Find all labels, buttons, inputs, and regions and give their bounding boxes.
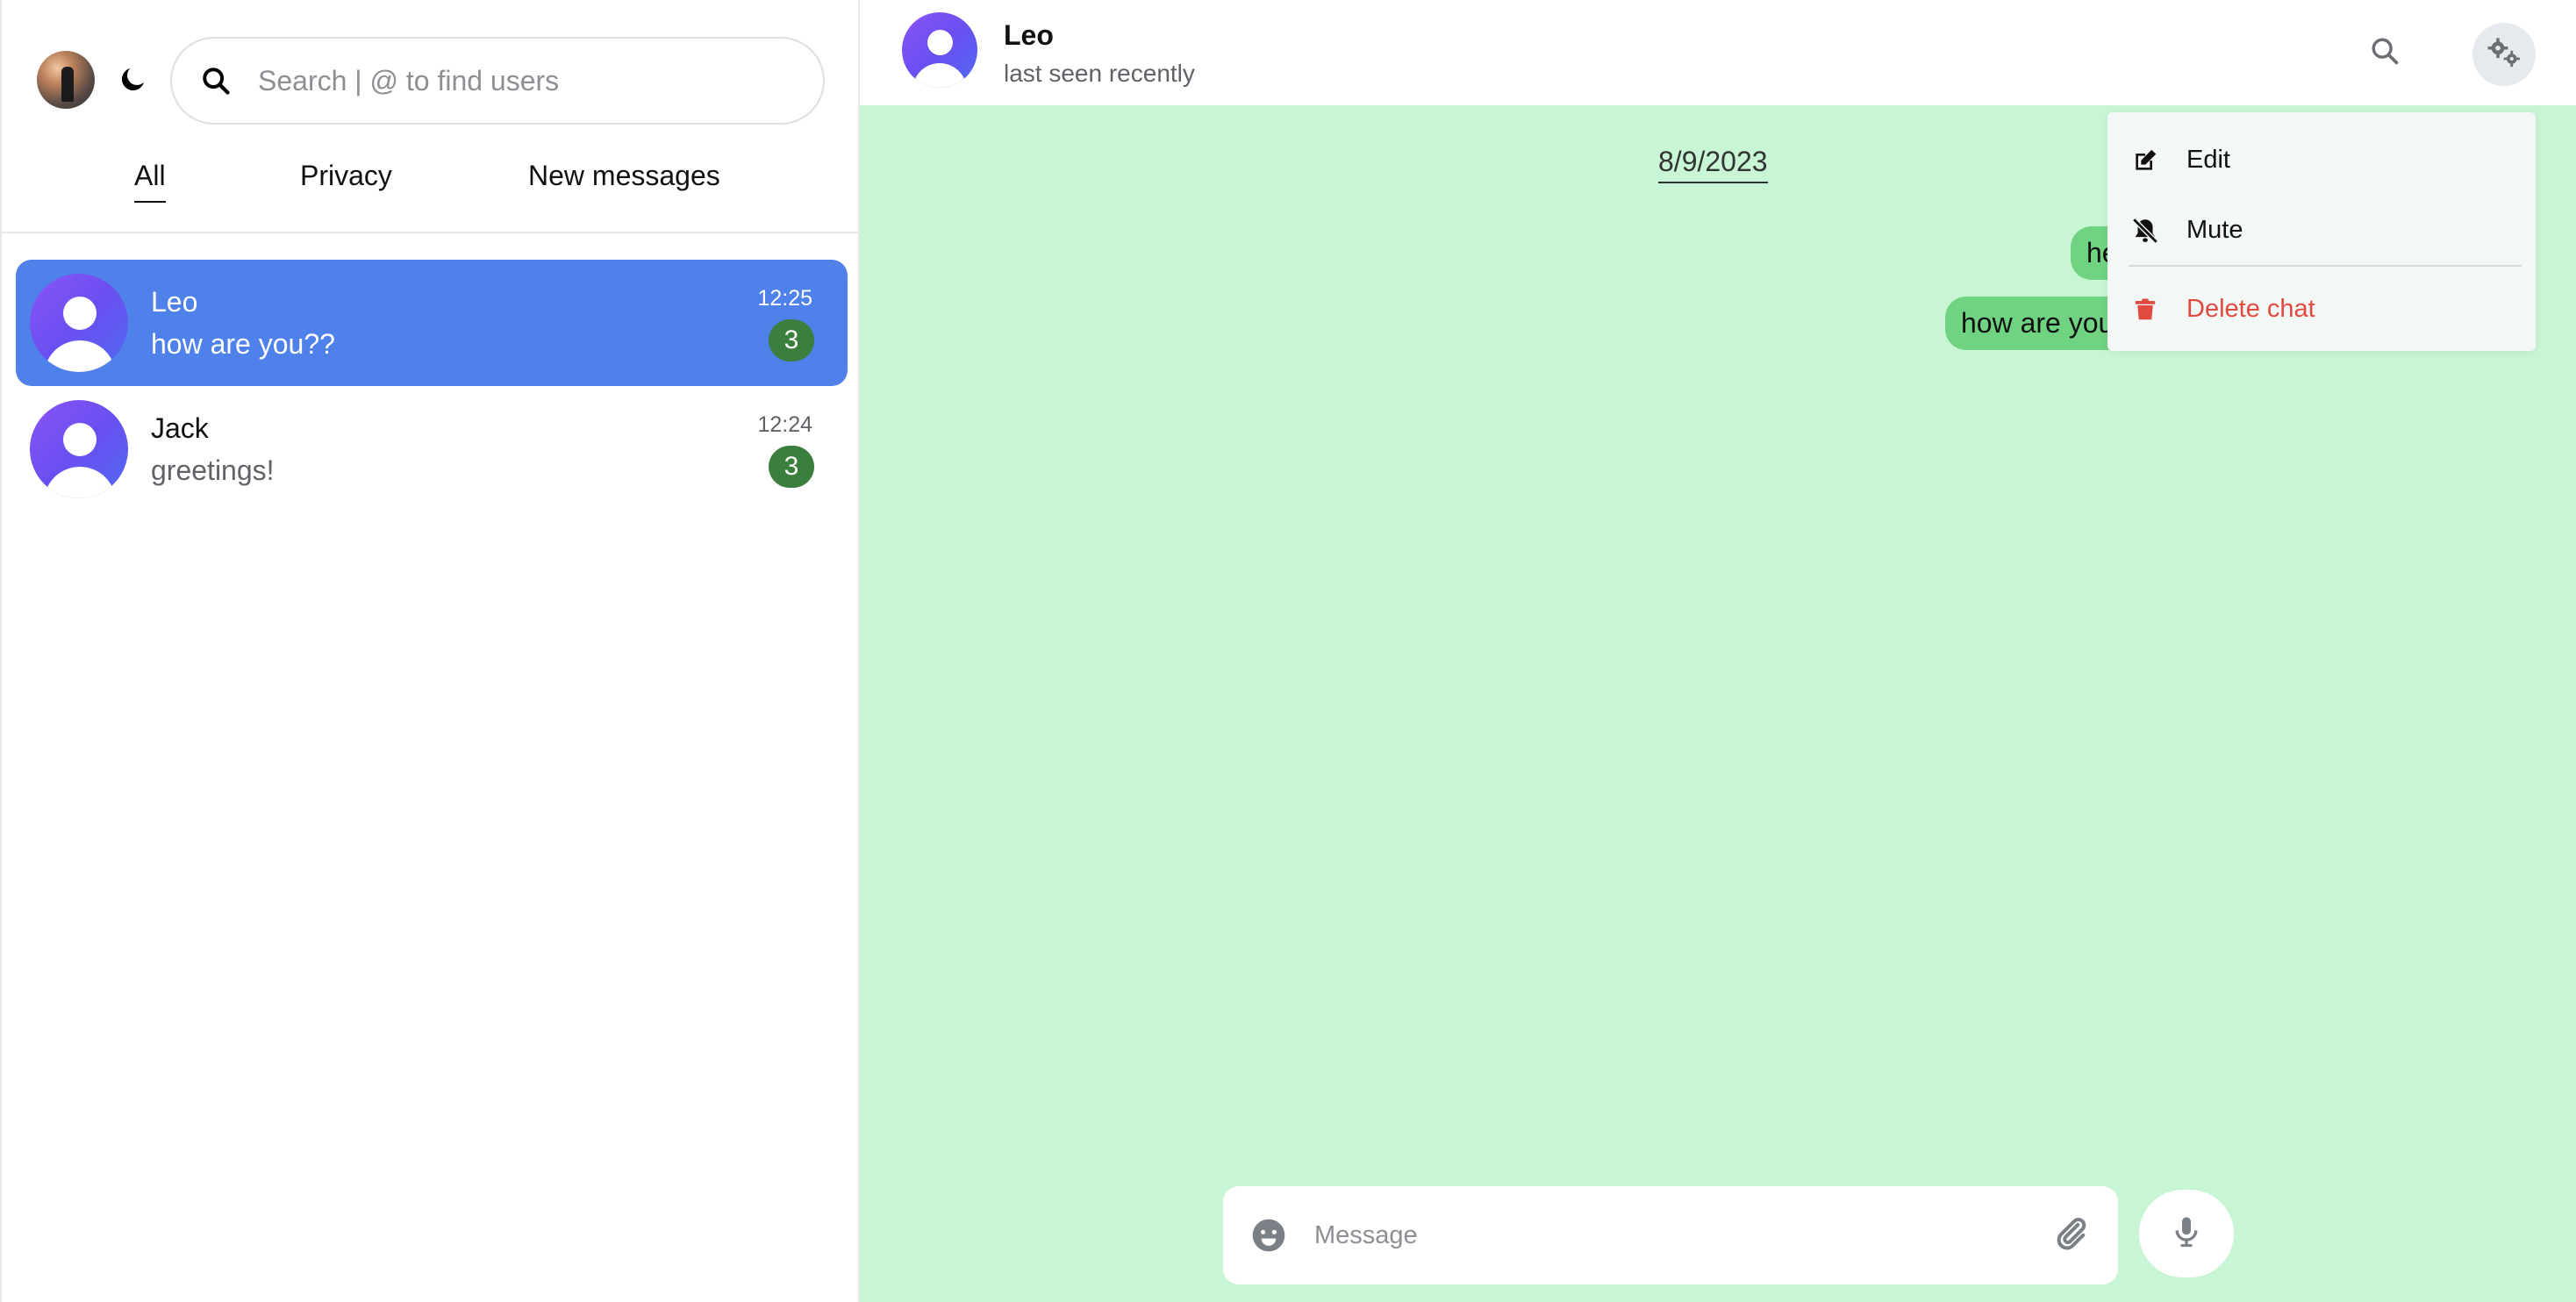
profile-avatar[interactable] — [37, 51, 95, 109]
date-separator: 8/9/2023 — [1658, 146, 1768, 183]
menu-divider — [2129, 265, 2522, 267]
menu-item-mute[interactable]: Mute — [2107, 200, 2536, 261]
theme-toggle-button[interactable] — [114, 61, 153, 100]
emoji-icon[interactable] — [1249, 1216, 1288, 1255]
bell-slash-icon — [2129, 214, 2162, 247]
menu-item-delete-chat[interactable]: Delete chat — [2107, 279, 2536, 340]
tab-privacy[interactable]: Privacy — [300, 160, 392, 201]
search-icon — [198, 63, 233, 98]
tab-new-messages[interactable]: New messages — [528, 160, 720, 201]
chat-name: Jack — [151, 412, 209, 444]
message-composer — [1223, 1186, 2118, 1284]
chat-list-item-leo[interactable]: Leo how are you?? 12:25 3 — [16, 260, 848, 386]
avatar — [30, 274, 128, 372]
sidebar: All Privacy New messages Leo how are you… — [0, 0, 860, 1302]
gears-icon — [2486, 34, 2522, 75]
chat-list: Leo how are you?? 12:25 3 Jack greetings… — [16, 260, 848, 512]
chat-preview: greetings! — [151, 454, 275, 486]
tabs-divider — [2, 232, 858, 233]
message-input[interactable] — [1314, 1213, 2034, 1258]
menu-item-label: Mute — [2186, 216, 2243, 244]
chat-settings-button[interactable] — [2472, 23, 2536, 86]
microphone-icon — [2169, 1214, 2204, 1254]
chat-panel: Leo last seen recently 8/9/2023 how are … — [860, 0, 2576, 1302]
trash-icon — [2129, 293, 2162, 326]
search-input[interactable] — [258, 64, 784, 97]
chat-list-item-jack[interactable]: Jack greetings! 12:24 3 — [16, 386, 848, 512]
chat-name: Leo — [151, 286, 198, 318]
chat-options-menu: Edit Mute Delete chat — [2107, 112, 2536, 351]
menu-item-label: Delete chat — [2186, 295, 2315, 323]
search-box[interactable] — [170, 37, 825, 125]
avatar — [30, 400, 128, 498]
paperclip-icon[interactable] — [2051, 1214, 2092, 1255]
tab-all[interactable]: All — [134, 160, 166, 203]
search-icon — [2370, 36, 2400, 70]
menu-item-label: Edit — [2186, 146, 2230, 174]
unread-badge: 3 — [769, 319, 814, 361]
contact-status: last seen recently — [1004, 60, 1195, 87]
voice-message-button[interactable] — [2139, 1190, 2234, 1277]
sidebar-header — [2, 0, 858, 163]
contact-avatar[interactable] — [902, 12, 977, 88]
chat-time: 12:25 — [757, 286, 812, 311]
chat-header: Leo last seen recently — [860, 0, 2576, 105]
chat-preview: how are you?? — [151, 328, 335, 360]
menu-item-edit[interactable]: Edit — [2107, 130, 2536, 191]
contact-name[interactable]: Leo — [1004, 19, 1054, 52]
edit-icon — [2129, 144, 2162, 177]
chat-filter-tabs: All Privacy New messages — [2, 160, 858, 232]
unread-badge: 3 — [769, 446, 814, 488]
chat-time: 12:24 — [757, 412, 812, 437]
chat-search-button[interactable] — [2367, 35, 2402, 70]
moon-icon — [118, 63, 149, 99]
